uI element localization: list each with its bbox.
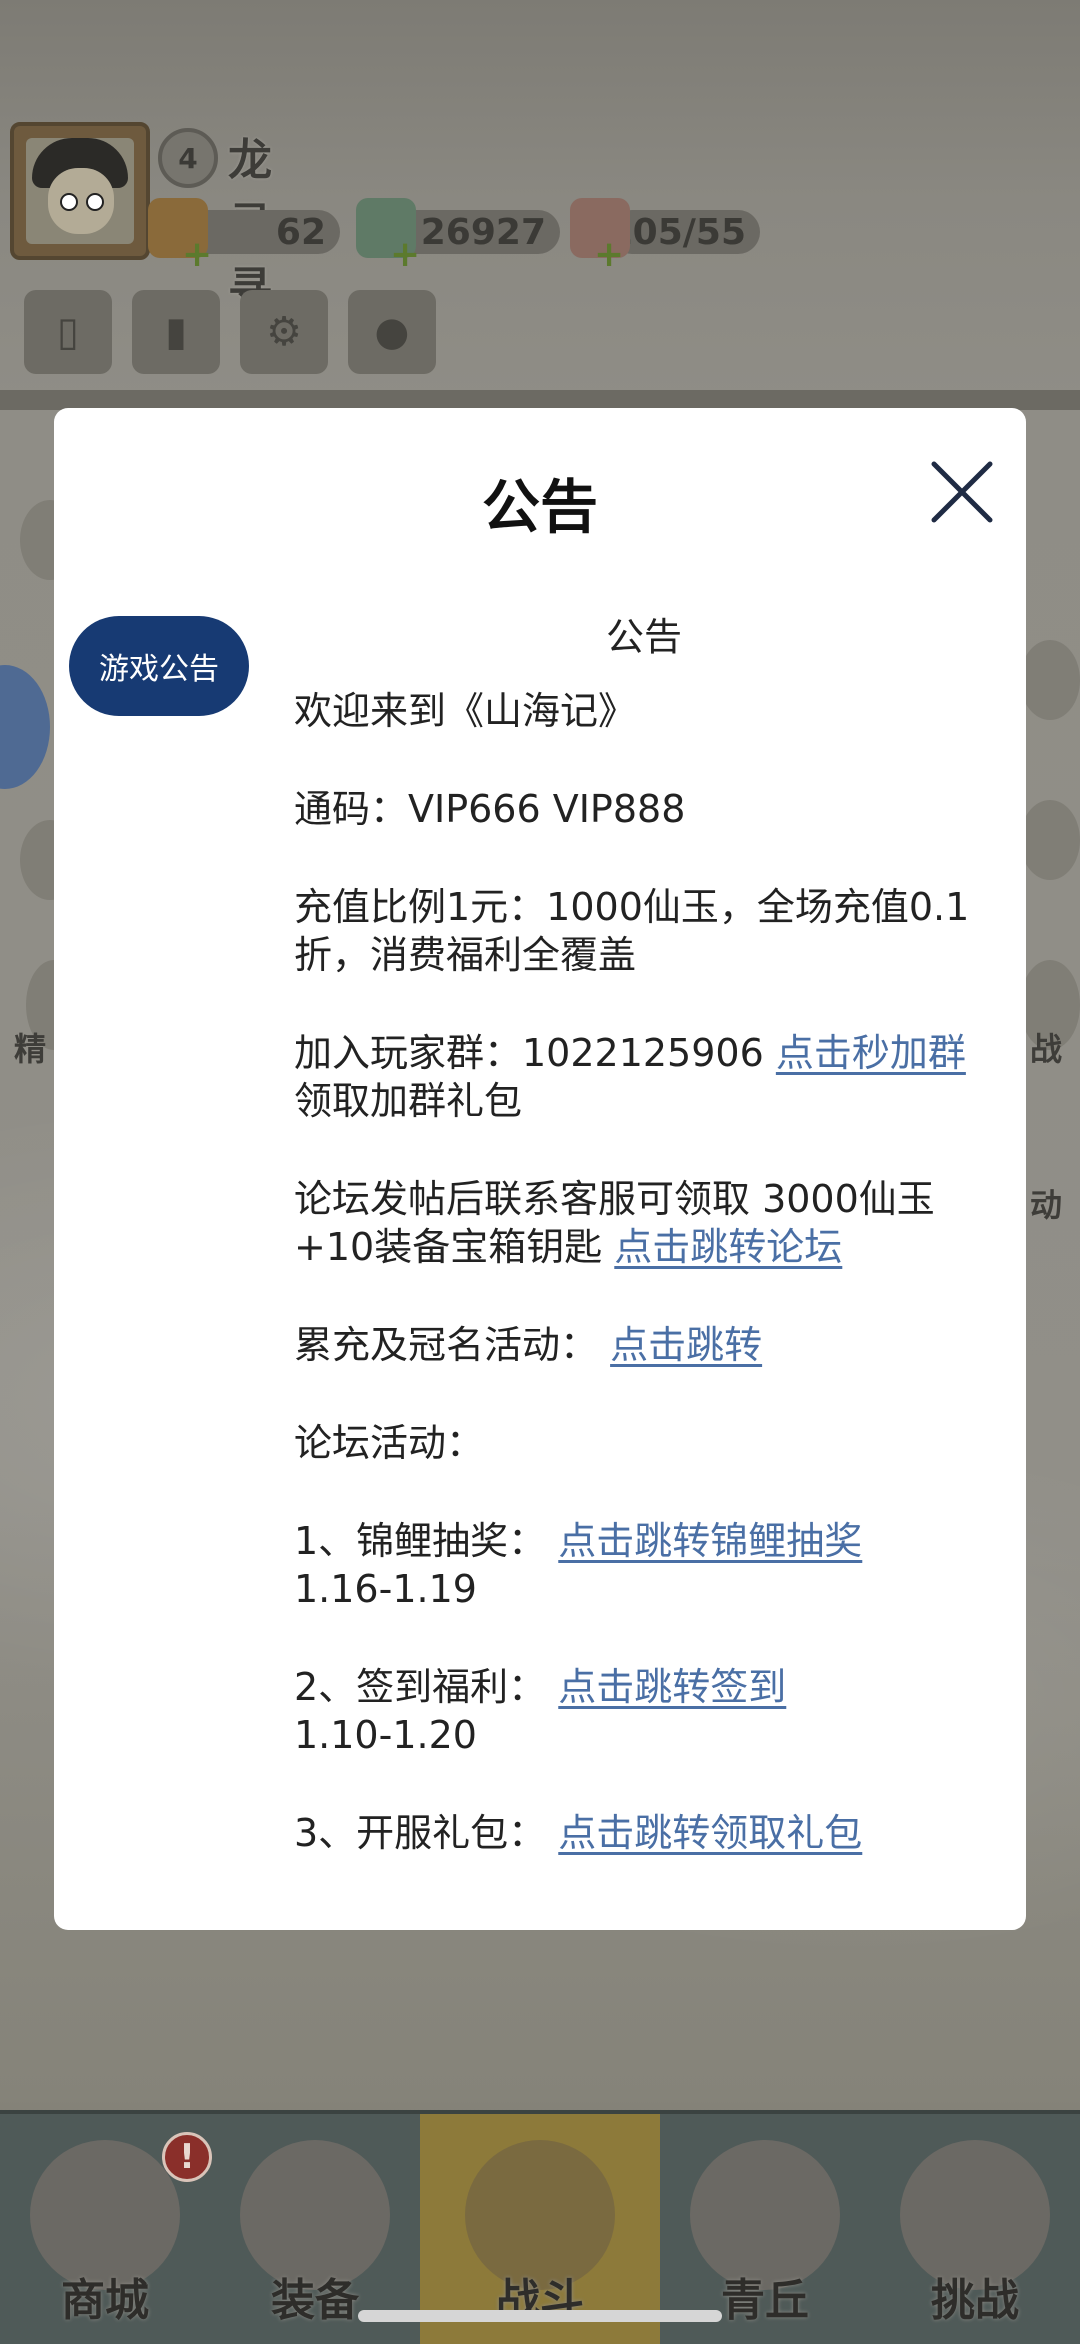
tab-game-announcement[interactable]: 游戏公告	[69, 616, 249, 716]
modal-title: 公告	[481, 473, 598, 541]
nav-challenge[interactable]: 挑战	[870, 2114, 1080, 2344]
event-gift-text: 3、开服礼包：	[294, 1811, 559, 1855]
event-signin-text: 2、签到福利：	[294, 1665, 559, 1709]
group-suffix: 领取加群礼包	[294, 1079, 523, 1123]
forum-events-heading: 论坛活动：	[294, 1421, 485, 1465]
announcement-modal: 公告 游戏公告 公告 欢迎来到《山海记》 通码：VIP666 VIP888 充值…	[54, 408, 1026, 1930]
cards-icon: ▯	[56, 309, 79, 355]
side-decoration	[1020, 640, 1080, 720]
add-stamina-icon[interactable]: +	[594, 237, 624, 273]
avatar-eye-left	[60, 193, 78, 211]
shop-alert-badge: !	[162, 2132, 212, 2182]
avatar-eye-right	[86, 193, 104, 211]
cards-button[interactable]: ▯	[24, 290, 112, 374]
avatar[interactable]	[10, 122, 150, 260]
content-heading: 公告	[605, 615, 682, 659]
stat-stamina: 105/55	[608, 210, 760, 254]
event-signin: 2、签到福利： 点击跳转签到 1.10-1.20	[294, 1663, 994, 1759]
gear-icon: ⚙	[266, 309, 302, 355]
group-paragraph: 加入玩家群：1022125906 点击秒加群 领取加群礼包	[294, 1029, 994, 1125]
close-button[interactable]	[928, 458, 996, 526]
background-divider	[0, 390, 1080, 410]
codes-text: 通码：VIP666 VIP888	[294, 787, 686, 831]
nav-challenge-label: 挑战	[931, 2275, 1019, 2326]
ranking-paragraph: 累充及冠名活动： 点击跳转	[294, 1321, 994, 1369]
bottom-nav: 商城 装备 战斗 青丘 挑战	[0, 2110, 1080, 2344]
avatar-skin	[48, 168, 114, 234]
people-icon: ●	[374, 309, 410, 355]
ranking-button[interactable]: ▮	[132, 290, 220, 374]
side-decoration	[1020, 800, 1080, 880]
signin-link[interactable]: 点击跳转签到	[558, 1665, 786, 1709]
announcement-content: 公告 欢迎来到《山海记》 通码：VIP666 VIP888 充值比例1元：100…	[294, 613, 994, 1907]
gift-link[interactable]: 点击跳转领取礼包	[558, 1811, 862, 1855]
forum-paragraph: 论坛发帖后联系客服可领取 3000仙玉+10装备宝箱钥匙 点击跳转论坛	[294, 1175, 994, 1271]
add-tokens-icon[interactable]: +	[182, 237, 212, 273]
lottery-link[interactable]: 点击跳转锦鲤抽奖	[558, 1519, 862, 1563]
friends-button[interactable]: ●	[348, 290, 436, 374]
event-lottery-date: 1.16-1.19	[294, 1567, 477, 1611]
join-group-link[interactable]: 点击秒加群	[776, 1031, 966, 1075]
side-label-right: 战	[1030, 1030, 1063, 1068]
event-gift: 3、开服礼包： 点击跳转领取礼包	[294, 1809, 994, 1857]
close-icon	[931, 461, 993, 523]
event-signin-date: 1.10-1.20	[294, 1713, 477, 1757]
event-lottery: 1、锦鲤抽奖： 点击跳转锦鲤抽奖 1.16-1.19	[294, 1517, 994, 1613]
nav-shop-label: 商城	[61, 2275, 149, 2326]
welcome-text: 欢迎来到《山海记》	[294, 689, 637, 733]
ranking-text: 累充及冠名活动：	[294, 1323, 611, 1367]
group-text: 加入玩家群：1022125906	[294, 1031, 776, 1075]
forum-link[interactable]: 点击跳转论坛	[614, 1225, 842, 1269]
ranking-link[interactable]: 点击跳转	[610, 1323, 762, 1367]
add-jade-icon[interactable]: +	[390, 237, 420, 273]
bar-chart-icon: ▮	[164, 309, 187, 355]
home-indicator[interactable]	[358, 2310, 722, 2322]
recharge-text: 充值比例1元：1000仙玉，全场充值0.1折，消费福利全覆盖	[294, 885, 970, 977]
level-badge: 4	[158, 128, 218, 188]
avatar-portrait	[26, 138, 134, 244]
side-label-right-bottom: 动	[1030, 1186, 1063, 1224]
event-lottery-text: 1、锦鲤抽奖：	[294, 1519, 559, 1563]
settings-button[interactable]: ⚙	[240, 290, 328, 374]
side-label-left: 精	[14, 1030, 47, 1068]
